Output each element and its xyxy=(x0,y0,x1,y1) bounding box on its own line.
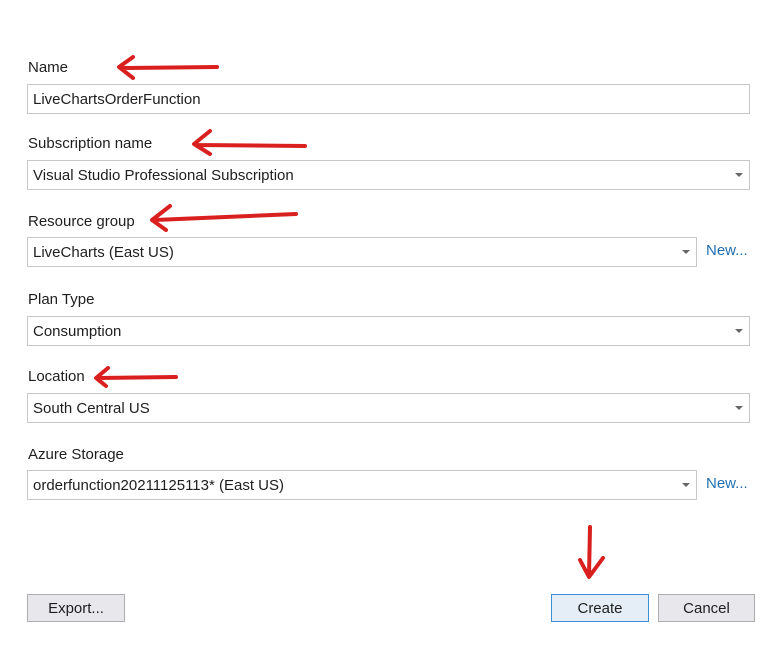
location-label: Location xyxy=(28,368,85,385)
storage-value: orderfunction20211125113* (East US) xyxy=(33,476,284,494)
arrow-create-icon xyxy=(578,525,605,579)
subscription-label: Subscription name xyxy=(28,135,153,152)
create-button[interactable]: Create xyxy=(551,594,649,622)
storage-new-link[interactable]: New... xyxy=(706,475,748,492)
location-value: South Central US xyxy=(33,399,150,417)
name-input[interactable]: LiveChartsOrderFunction xyxy=(27,84,750,114)
subscription-select[interactable]: Visual Studio Professional Subscription xyxy=(27,160,750,190)
arrow-name-icon xyxy=(117,55,219,80)
plan-type-label: Plan Type xyxy=(28,291,95,308)
arrow-location-icon xyxy=(94,366,178,388)
resource-group-select[interactable]: LiveCharts (East US) xyxy=(27,237,697,267)
plan-type-select[interactable]: Consumption xyxy=(27,316,750,346)
chevron-down-icon xyxy=(735,329,743,333)
chevron-down-icon xyxy=(682,483,690,487)
export-button[interactable]: Export... xyxy=(27,594,125,622)
storage-select[interactable]: orderfunction20211125113* (East US) xyxy=(27,470,697,500)
chevron-down-icon xyxy=(735,173,743,177)
resource-group-value: LiveCharts (East US) xyxy=(33,243,174,261)
name-value: LiveChartsOrderFunction xyxy=(33,90,201,108)
chevron-down-icon xyxy=(682,250,690,254)
arrow-subscription-icon xyxy=(192,129,307,156)
resource-group-label: Resource group xyxy=(28,213,135,230)
chevron-down-icon xyxy=(735,406,743,410)
resource-group-new-link[interactable]: New... xyxy=(706,242,748,259)
cancel-button[interactable]: Cancel xyxy=(658,594,755,622)
name-label: Name xyxy=(28,59,69,76)
plan-type-value: Consumption xyxy=(33,322,122,340)
subscription-value: Visual Studio Professional Subscription xyxy=(33,166,294,184)
storage-label: Azure Storage xyxy=(28,446,124,463)
arrow-resource-group-icon xyxy=(150,204,298,232)
location-select[interactable]: South Central US xyxy=(27,393,750,423)
